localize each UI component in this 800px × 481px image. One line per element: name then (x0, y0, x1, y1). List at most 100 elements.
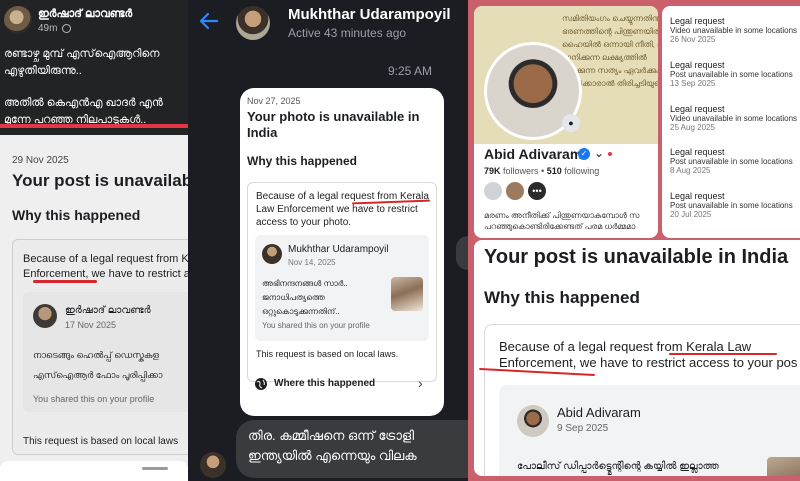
legal-request-item[interactable]: Legal request Post unavailable in some l… (670, 60, 800, 88)
unavailable-notice: 29 Nov 2025 Your post is unavailable Why… (0, 135, 188, 481)
profile-card: സമിതിയംഗം ചെയ്യുന്നതിനും കാര ഭരണത്തിന്റെ… (474, 6, 658, 238)
legal-reason: Because of a legal request from Kerala L… (256, 191, 429, 228)
cover-text-line: ഹൈയിൽ ഒന്നായി നീതി, ലിംഗ (562, 40, 658, 49)
item-title: Legal request (670, 104, 725, 114)
message-bubble[interactable]: തിര. കമ്മീഷനെ ഒന്ന് ട്രോളി ഇന്ത്യയിൽ എന്… (236, 420, 468, 478)
where-this-happened-link[interactable]: Where this happened › (240, 372, 444, 398)
contact-avatar[interactable] (236, 6, 270, 40)
post-time[interactable]: 49m (38, 23, 57, 34)
item-date: 26 Nov 2025 (670, 35, 716, 44)
post-text-line: അതിൽ കെഎൻഎ ഖാദർ എൻ (4, 97, 163, 109)
item-subtitle: Video unavailable in some locations (670, 114, 798, 123)
unavailable-notice: Your post is unavailable in India Why th… (474, 240, 800, 476)
message-timestamp: 9:25 AM (388, 64, 433, 78)
item-subtitle: Post unavailable in some locations (670, 201, 793, 210)
shared-post-thumbnail (391, 277, 423, 311)
cover-text-line: സമിതിയംഗം ചെയ്യുന്നതിനും കാര (562, 14, 658, 23)
globe-icon (62, 24, 71, 33)
shared-author-avatar (33, 304, 57, 328)
notice-title: Your post is unavailable (12, 171, 188, 190)
legal-reason: Because of a legal request from Kerala L… (499, 339, 797, 371)
shared-note: You shared this on your profile (33, 394, 155, 404)
shared-post-preview[interactable]: ഇർഷാദ് ലാവണ്ടർ 17 Nov 2025 നാടെങ്ങും ഹെൽ… (23, 292, 188, 412)
shared-note: You shared this on your profile (262, 321, 370, 330)
shared-author-avatar (262, 244, 282, 264)
legal-request-item[interactable]: Legal request Post unavailable in some l… (670, 191, 800, 219)
bio-line: പറഞ്ഞുകൊണ്ടിരിക്കേണ്ടത് പരമ ധർമ്മമാ (484, 222, 636, 231)
friend-avatar[interactable] (506, 182, 524, 200)
item-date: 8 Aug 2025 (670, 166, 711, 175)
item-subtitle: Video unavailable in some locations (670, 26, 798, 35)
globe-icon (255, 378, 267, 390)
red-annotation-bar (0, 124, 188, 128)
why-heading: Why this happened (12, 207, 141, 223)
shared-author-name: ഇർഷാദ് ലാവണ്ടർ (65, 305, 151, 316)
message-line: ഇന്ത്യയിൽ എന്നെയും വിലക (248, 448, 417, 463)
legal-reason-line: Because of a legal request from K (23, 253, 188, 265)
post-text-line: രണ്ടാഴ്ച മുമ്പ് എസ്ഐആറിനെ (4, 48, 160, 60)
legal-reason-line: Enforcement, we have to restrict access … (499, 355, 798, 370)
contact-name[interactable]: Mukhthar Udarampoyil (288, 6, 451, 23)
shared-post-text: അഭിനന്ദനങ്ങൾ സാർ.. ജനാധിപത്യത്തെ ഒറ്റുകൊ… (262, 279, 348, 316)
item-date: 20 Jul 2025 (670, 210, 712, 219)
friend-avatar[interactable] (484, 182, 502, 200)
status-dot (608, 152, 612, 156)
bio-line: മരണം അനീതിക്ക് പിന്തുണയാകുമ്പോൾ സ (484, 211, 640, 220)
right-collage-panel: സമിതിയംഗം ചെയ്യുന്നതിനും കാര ഭരണത്തിന്റെ… (468, 0, 800, 481)
home-indicator[interactable] (142, 467, 168, 470)
shared-notice-bubble[interactable]: Nov 27, 2025 Your photo is unavailable i… (240, 88, 444, 416)
more-icon[interactable]: ••• (528, 182, 546, 200)
active-status: Active 43 minutes ago (288, 26, 407, 40)
item-title: Legal request (670, 60, 725, 70)
cover-text-line: ഭരണത്തിന്റെ പിന്തുണയിൽ പരാജയ (562, 27, 658, 36)
local-laws-note: This request is based on local laws (23, 436, 179, 447)
chevron-down-icon[interactable]: ⌄ (594, 146, 604, 160)
followers-label[interactable]: followers (503, 166, 539, 176)
notice-details-box: Because of a legal request from Kerala L… (247, 182, 437, 382)
back-arrow-icon[interactable] (198, 10, 220, 32)
item-title: Legal request (670, 191, 725, 201)
shared-author-name: Mukhthar Udarampoyil (288, 244, 389, 255)
profile-name[interactable]: Abid Adivaram (484, 146, 582, 162)
author-avatar[interactable] (4, 6, 32, 34)
shared-post-preview[interactable]: Abid Adivaram 9 Sep 2025 പോലീസ് ഡിപ്പാർട… (499, 385, 800, 476)
notice-details-box: Because of a legal request from Kerala L… (479, 324, 800, 476)
item-date: 13 Sep 2025 (670, 79, 716, 88)
legal-request-item[interactable]: Legal request Video unavailable in some … (670, 16, 800, 44)
following-label[interactable]: following (564, 166, 599, 176)
verified-badge-icon: ✓ (578, 148, 590, 160)
notice-date: Nov 27, 2025 (247, 96, 301, 106)
item-title: Legal request (670, 16, 725, 26)
follow-stats: 79K followers • 510 following (484, 166, 600, 176)
bottom-sheet (0, 461, 188, 481)
sender-avatar[interactable] (200, 452, 226, 478)
left-screenshot-panel: ഇർഷാദ് ലാവണ്ടർ 49m രണ്ടാഴ്ച മുമ്പ് എസ്ഐആ… (0, 0, 188, 481)
shared-post-text: നാടെങ്ങും ഹെൽപ്പ് ഡെസ്കുകള (33, 350, 159, 360)
legal-request-item[interactable]: Legal request Video unavailable in some … (670, 104, 800, 132)
shared-author-name: Abid Adivaram (557, 405, 641, 420)
shared-post-preview[interactable]: Mukhthar Udarampoyil Nov 14, 2025 അഭിനന്… (255, 235, 429, 341)
chevron-right-icon: › (418, 375, 423, 391)
scroll-handle[interactable] (456, 236, 468, 270)
notice-details-box: Because of a legal request from K Enforc… (12, 239, 188, 455)
shared-post-thumbnail (767, 457, 800, 476)
red-underline-mark (669, 353, 777, 355)
shared-post-date: 17 Nov 2025 (65, 320, 117, 330)
messenger-panel: Mukhthar Udarampoyil Active 43 minutes a… (188, 0, 468, 481)
notice-date: 29 Nov 2025 (12, 155, 69, 166)
author-name[interactable]: ഇർഷാദ് ലാവണ്ടർ (38, 8, 132, 21)
legal-request-item[interactable]: Legal request Post unavailable in some l… (670, 147, 800, 175)
item-date: 25 Aug 2025 (670, 123, 715, 132)
notice-title: Your post is unavailable in India (484, 246, 789, 268)
followers-count[interactable]: 79K (484, 166, 501, 176)
legal-reason: Because of a legal request from K Enforc… (23, 252, 188, 282)
local-laws-note: This request is based on local laws. (256, 349, 399, 359)
shared-post-date: 9 Sep 2025 (557, 423, 609, 434)
legal-request-list: Legal request Video unavailable in some … (662, 6, 800, 238)
shared-post-date: Nov 14, 2025 (288, 258, 336, 267)
post-header: ഇർഷാദ് ലാവണ്ടർ 49m (0, 0, 188, 42)
item-title: Legal request (670, 147, 725, 157)
cover-text-line: മാനിക്കുന്ന ലക്ഷ്യത്തിൽ (562, 53, 647, 62)
camera-icon[interactable]: ● (562, 114, 580, 132)
following-count[interactable]: 510 (547, 166, 562, 176)
